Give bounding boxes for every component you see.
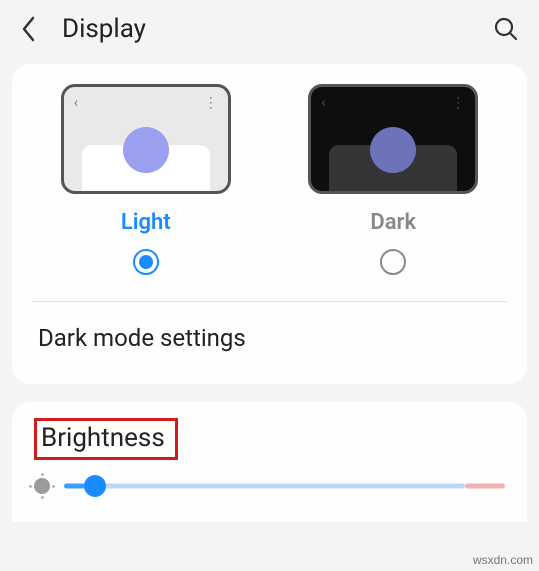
light-theme-label: Light	[121, 210, 171, 235]
theme-option-light[interactable]: ‹⋮ Light	[46, 84, 246, 275]
theme-card: ‹⋮ Light ‹⋮ Dark Dark mode settings	[12, 64, 527, 384]
dark-theme-preview: ‹⋮	[308, 84, 478, 194]
dark-mode-settings-link[interactable]: Dark mode settings	[12, 302, 527, 376]
sun-icon	[34, 478, 50, 494]
brightness-card: Brightness	[12, 402, 527, 522]
brightness-highlight-box: Brightness	[34, 418, 178, 460]
brightness-label: Brightness	[41, 423, 165, 453]
dark-theme-radio[interactable]	[380, 249, 406, 275]
light-theme-preview: ‹⋮	[61, 84, 231, 194]
dark-theme-label: Dark	[370, 210, 416, 235]
theme-option-dark[interactable]: ‹⋮ Dark	[293, 84, 493, 275]
brightness-slider-handle[interactable]	[84, 475, 106, 497]
back-icon[interactable]	[20, 15, 38, 43]
brightness-slider[interactable]	[64, 474, 505, 498]
app-header: Display	[0, 0, 539, 54]
brightness-slider-row	[34, 474, 505, 498]
watermark-text: wsxdn.com	[473, 553, 533, 567]
light-theme-radio[interactable]	[133, 249, 159, 275]
page-title: Display	[62, 14, 493, 44]
search-icon[interactable]	[493, 16, 519, 42]
theme-options-row: ‹⋮ Light ‹⋮ Dark	[12, 78, 527, 275]
